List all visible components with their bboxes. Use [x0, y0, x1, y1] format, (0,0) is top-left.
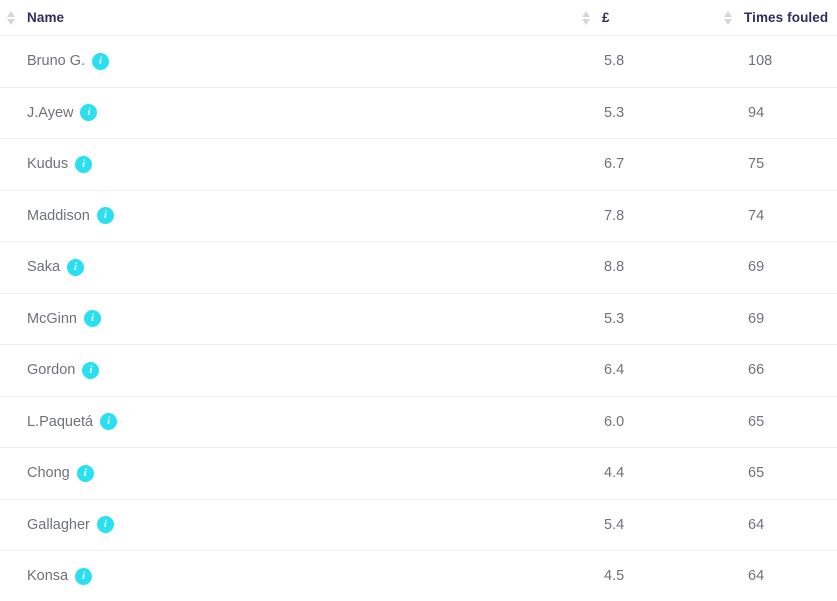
cell-times-fouled: 74 — [748, 207, 765, 224]
table-row[interactable]: Konsa i 4.5 64 — [0, 551, 837, 601]
column-header-label-times-fouled: Times fouled — [744, 10, 829, 25]
sort-updown-icon[interactable] — [722, 9, 734, 27]
cell-times-fouled: 64 — [748, 516, 765, 533]
info-icon[interactable]: i — [96, 207, 114, 225]
cell-player-name: Gordon i — [0, 345, 580, 396]
player-name-label: Maddison — [27, 207, 90, 224]
column-header-price[interactable]: £ — [580, 0, 722, 36]
cell-player-name: Konsa i — [0, 551, 580, 601]
info-icon[interactable]: i — [96, 516, 114, 534]
cell-player-name: L.Paquetá i — [0, 397, 580, 448]
info-icon[interactable]: i — [75, 567, 93, 585]
info-icon[interactable]: i — [92, 52, 110, 70]
cell-price: 8.8 — [604, 259, 625, 276]
table-row[interactable]: L.Paquetá i 6.0 65 — [0, 397, 837, 448]
cell-times-fouled: 64 — [748, 568, 765, 585]
info-icon[interactable]: i — [75, 155, 93, 173]
table-row[interactable]: Gallagher i 5.4 64 — [0, 500, 837, 551]
player-name-label: Gordon — [27, 362, 76, 379]
cell-price: 5.3 — [604, 104, 625, 121]
sort-updown-icon[interactable] — [5, 9, 17, 27]
cell-player-name: Kudus i — [0, 139, 580, 190]
table-body: Bruno G. i 5.8 108 J.Ayew i 5.3 94 Kudus i 6.7 75 Ma… — [0, 36, 837, 601]
cell-times-fouled: 94 — [748, 104, 765, 121]
cell-price: 5.3 — [604, 310, 625, 327]
player-name-label: Konsa — [27, 568, 69, 585]
player-name-label: Bruno G. — [27, 53, 86, 70]
column-header-label-price: £ — [602, 10, 610, 25]
cell-price: 4.5 — [604, 568, 625, 585]
column-header-times-fouled[interactable]: Times fouled — [722, 0, 837, 36]
table-row[interactable]: Bruno G. i 5.8 108 — [0, 36, 837, 88]
cell-price: 5.4 — [604, 516, 625, 533]
cell-price: 6.4 — [604, 362, 625, 379]
info-icon[interactable]: i — [80, 104, 98, 122]
player-name-label: Kudus — [27, 156, 69, 173]
cell-player-name: Chong i — [0, 448, 580, 499]
player-name-label: McGinn — [27, 310, 77, 327]
info-icon[interactable]: i — [82, 361, 100, 379]
cell-times-fouled: 65 — [748, 465, 765, 482]
cell-price: 6.7 — [604, 156, 625, 173]
table-row[interactable]: McGinn i 5.3 69 — [0, 294, 837, 345]
cell-times-fouled: 65 — [748, 413, 765, 430]
table-row[interactable]: Gordon i 6.4 66 — [0, 345, 837, 397]
cell-player-name: Bruno G. i — [0, 36, 580, 87]
player-name-label: Gallagher — [27, 516, 90, 533]
cell-price: 5.8 — [604, 53, 625, 70]
cell-player-name: Maddison i — [0, 191, 580, 242]
table-row[interactable]: Maddison i 7.8 74 — [0, 191, 837, 242]
player-name-label: J.Ayew — [27, 104, 74, 121]
cell-times-fouled: 108 — [748, 53, 773, 70]
player-name-label: L.Paquetá — [27, 413, 94, 430]
cell-times-fouled: 75 — [748, 156, 765, 173]
table-row[interactable]: J.Ayew i 5.3 94 — [0, 88, 837, 139]
column-header-name[interactable]: Name — [0, 0, 580, 36]
cell-price: 6.0 — [604, 413, 625, 430]
player-stats-table: Name £ Times fouled Bruno G. i 5.8 108 J.Aye… — [0, 0, 837, 601]
info-icon[interactable]: i — [83, 310, 101, 328]
info-icon[interactable]: i — [100, 413, 118, 431]
cell-times-fouled: 66 — [748, 362, 765, 379]
cell-price: 7.8 — [604, 207, 625, 224]
table-header-row: Name £ Times fouled — [0, 0, 837, 36]
cell-times-fouled: 69 — [748, 259, 765, 276]
player-name-label: Saka — [27, 259, 61, 276]
player-name-label: Chong — [27, 465, 70, 482]
table-row[interactable]: Saka i 8.8 69 — [0, 242, 837, 294]
cell-player-name: Gallagher i — [0, 500, 580, 551]
column-header-label-name: Name — [27, 10, 65, 25]
table-row[interactable]: Kudus i 6.7 75 — [0, 139, 837, 191]
sort-updown-icon[interactable] — [580, 9, 592, 27]
cell-price: 4.4 — [604, 465, 625, 482]
table-row[interactable]: Chong i 4.4 65 — [0, 448, 837, 500]
cell-player-name: McGinn i — [0, 294, 580, 345]
cell-player-name: Saka i — [0, 242, 580, 293]
info-icon[interactable]: i — [67, 258, 85, 276]
cell-player-name: J.Ayew i — [0, 88, 580, 139]
cell-times-fouled: 69 — [748, 310, 765, 327]
info-icon[interactable]: i — [76, 464, 94, 482]
